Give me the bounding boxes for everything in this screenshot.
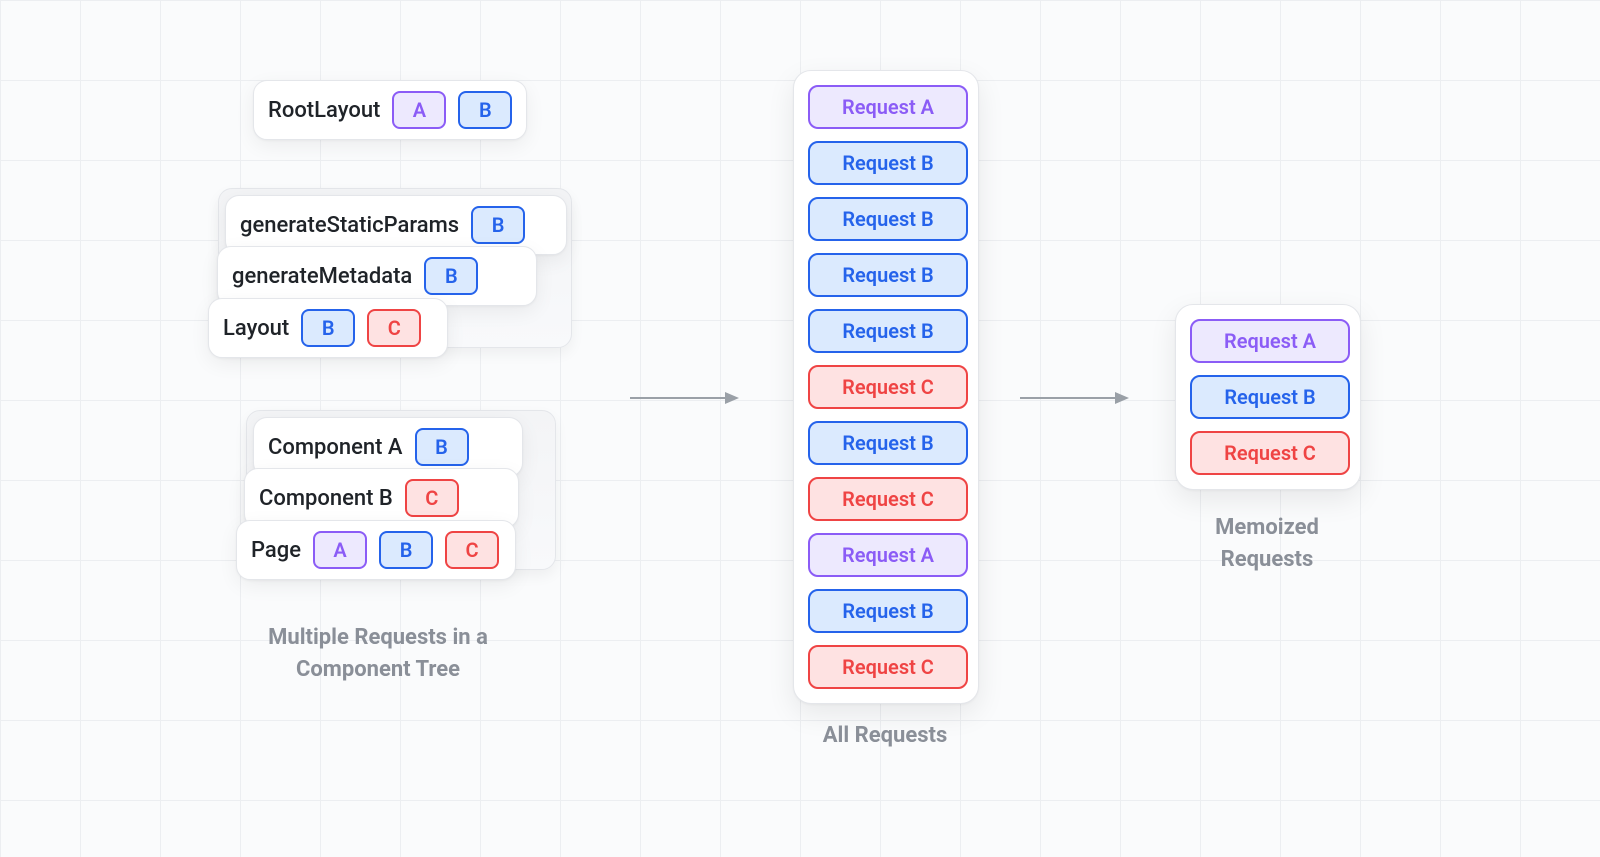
tree-g3-label-1: Component B: [259, 486, 393, 511]
badge-b: B: [458, 91, 512, 129]
badge-c: C: [445, 531, 499, 569]
all-request-item-8: Request A: [808, 533, 968, 577]
tree-g2-label-1: generateMetadata: [232, 264, 412, 289]
badge-b: B: [424, 257, 478, 295]
badge-c: C: [405, 479, 459, 517]
all-request-item-6: Request B: [808, 421, 968, 465]
badge-b: B: [379, 531, 433, 569]
badge-c: C: [367, 309, 421, 347]
badge-b: B: [471, 206, 525, 244]
tree-g2-item-1: generateMetadata B: [217, 246, 537, 306]
all-request-item-10: Request C: [808, 645, 968, 689]
all-request-item-4: Request B: [808, 309, 968, 353]
badge-b: B: [415, 428, 469, 466]
all-request-item-9: Request B: [808, 589, 968, 633]
badge-a: A: [392, 91, 446, 129]
all-request-item-7: Request C: [808, 477, 968, 521]
caption-tree: Multiple Requests in a Component Tree: [213, 622, 543, 686]
tree-g2-label-2: Layout: [223, 316, 289, 341]
badge-b: B: [301, 309, 355, 347]
memoized-column: Request A Request B Request C: [1175, 304, 1361, 490]
all-request-item-0: Request A: [808, 85, 968, 129]
tree-g3-label-0: Component A: [268, 435, 403, 460]
tree-g3-label-2: Page: [251, 538, 301, 563]
caption-all: All Requests: [793, 720, 977, 752]
arrow-icon: [1015, 378, 1135, 418]
tree-g2-label-0: generateStaticParams: [240, 213, 459, 238]
tree-g3-item-1: Component B C: [244, 468, 519, 528]
arrow-icon: [625, 378, 745, 418]
tree-root-card: RootLayout A B: [253, 80, 527, 140]
all-request-item-5: Request C: [808, 365, 968, 409]
all-request-item-2: Request B: [808, 197, 968, 241]
tree-root-label: RootLayout: [268, 98, 380, 123]
memoized-request-item-1: Request B: [1190, 375, 1350, 419]
tree-g3-item-2: Page A B C: [236, 520, 516, 580]
memoized-request-item-2: Request C: [1190, 431, 1350, 475]
all-request-item-3: Request B: [808, 253, 968, 297]
all-requests-column: Request A Request B Request B Request B Requ…: [793, 70, 979, 704]
diagram-stage: RootLayout A B generateStaticParams B ge…: [0, 0, 1600, 857]
memoized-request-item-0: Request A: [1190, 319, 1350, 363]
badge-a: A: [313, 531, 367, 569]
all-request-item-1: Request B: [808, 141, 968, 185]
caption-memoized: Memoized Requests: [1175, 512, 1359, 576]
tree-g2-item-2: Layout B C: [208, 298, 448, 358]
